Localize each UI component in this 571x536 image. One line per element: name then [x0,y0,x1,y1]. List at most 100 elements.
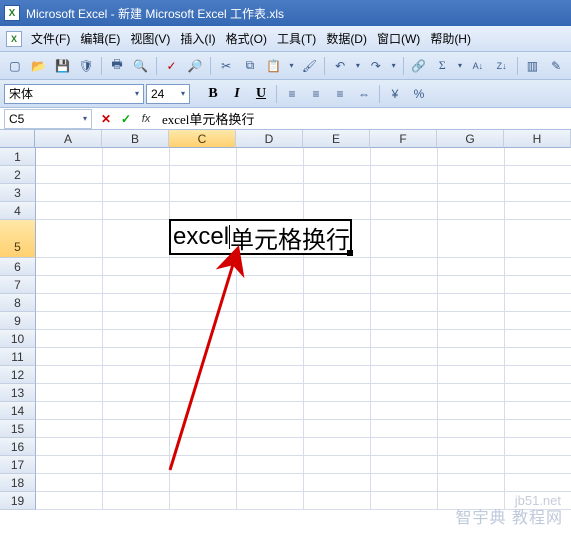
cell-E15[interactable] [304,420,371,438]
underline-button[interactable]: U [250,83,272,105]
paste-icon[interactable]: 📋 [263,55,285,77]
redo-dropdown-icon[interactable]: ▾ [389,61,399,70]
bold-button[interactable]: B [202,83,224,105]
cell-F6[interactable] [371,258,438,276]
column-header-A[interactable]: A [35,130,102,148]
cell-A4[interactable] [36,202,103,220]
cell-H3[interactable] [505,184,571,202]
cell-H2[interactable] [505,166,571,184]
name-box[interactable]: C5 ▾ [4,109,92,129]
cell-D16[interactable] [237,438,304,456]
cell-F8[interactable] [371,294,438,312]
row-header-13[interactable]: 13 [0,384,36,402]
row-header-10[interactable]: 10 [0,330,36,348]
menu-format[interactable]: 格式(O) [221,27,272,50]
cell-G12[interactable] [438,366,505,384]
row-header-15[interactable]: 15 [0,420,36,438]
formula-cancel-button[interactable]: ✕ [97,110,115,128]
cell-G15[interactable] [438,420,505,438]
cell-H12[interactable] [505,366,571,384]
cell-G14[interactable] [438,402,505,420]
cell-D15[interactable] [237,420,304,438]
cell-F19[interactable] [371,492,438,510]
cell-H5[interactable] [505,220,571,258]
drawing-icon[interactable]: ✎ [545,55,567,77]
align-center-icon[interactable]: ≡ [305,83,327,105]
open-icon[interactable]: 📂 [28,55,50,77]
cell-D14[interactable] [237,402,304,420]
column-header-E[interactable]: E [303,130,370,148]
cell-G2[interactable] [438,166,505,184]
row-header-1[interactable]: 1 [0,148,36,166]
row-header-19[interactable]: 19 [0,492,36,510]
cell-E10[interactable] [304,330,371,348]
cell-G9[interactable] [438,312,505,330]
sort-desc-icon[interactable]: Z↓ [491,55,513,77]
column-header-C[interactable]: C [169,130,236,148]
cell-B5[interactable] [103,220,170,258]
cell-E17[interactable] [304,456,371,474]
column-header-F[interactable]: F [370,130,437,148]
cell-E9[interactable] [304,312,371,330]
row-header-2[interactable]: 2 [0,166,36,184]
cell-F10[interactable] [371,330,438,348]
cell-E12[interactable] [304,366,371,384]
cell-G13[interactable] [438,384,505,402]
cell-E5[interactable] [304,220,371,258]
permission-icon[interactable]: 🛡 [75,55,97,77]
cell-H8[interactable] [505,294,571,312]
cell-H6[interactable] [505,258,571,276]
cell-D7[interactable] [237,276,304,294]
row-header-12[interactable]: 12 [0,366,36,384]
cell-H4[interactable] [505,202,571,220]
cell-G1[interactable] [438,148,505,166]
cell-C18[interactable] [170,474,237,492]
cell-E1[interactable] [304,148,371,166]
cell-E4[interactable] [304,202,371,220]
menu-data[interactable]: 数据(D) [321,27,372,50]
cell-A3[interactable] [36,184,103,202]
menu-view[interactable]: 视图(V) [125,27,175,50]
cell-C3[interactable] [170,184,237,202]
cell-E2[interactable] [304,166,371,184]
cell-D12[interactable] [237,366,304,384]
cell-E6[interactable] [304,258,371,276]
cell-F13[interactable] [371,384,438,402]
cell-G4[interactable] [438,202,505,220]
redo-icon[interactable]: ↷ [365,55,387,77]
cell-B4[interactable] [103,202,170,220]
new-doc-icon[interactable]: ▢ [4,55,26,77]
cell-D18[interactable] [237,474,304,492]
cell-G8[interactable] [438,294,505,312]
format-painter-icon[interactable]: 🖌 [298,55,320,77]
column-header-G[interactable]: G [437,130,504,148]
insert-function-button[interactable]: fx [137,110,155,128]
menu-edit[interactable]: 编辑(E) [75,27,125,50]
cell-G10[interactable] [438,330,505,348]
cell-A14[interactable] [36,402,103,420]
cell-D2[interactable] [237,166,304,184]
print-preview-icon[interactable]: 🔍 [130,55,152,77]
cell-F2[interactable] [371,166,438,184]
cell-H9[interactable] [505,312,571,330]
cell-F15[interactable] [371,420,438,438]
cell-H1[interactable] [505,148,571,166]
cell-B19[interactable] [103,492,170,510]
cell-C4[interactable] [170,202,237,220]
save-icon[interactable]: 💾 [52,55,74,77]
cell-B7[interactable] [103,276,170,294]
cell-F12[interactable] [371,366,438,384]
cell-G17[interactable] [438,456,505,474]
cell-C12[interactable] [170,366,237,384]
row-header-16[interactable]: 16 [0,438,36,456]
cell-F14[interactable] [371,402,438,420]
cell-F11[interactable] [371,348,438,366]
cell-D1[interactable] [237,148,304,166]
cell-C17[interactable] [170,456,237,474]
row-header-6[interactable]: 6 [0,258,36,276]
paste-dropdown-icon[interactable]: ▾ [287,61,297,70]
cell-E14[interactable] [304,402,371,420]
menu-insert[interactable]: 插入(I) [175,27,220,50]
cell-F18[interactable] [371,474,438,492]
cell-A2[interactable] [36,166,103,184]
